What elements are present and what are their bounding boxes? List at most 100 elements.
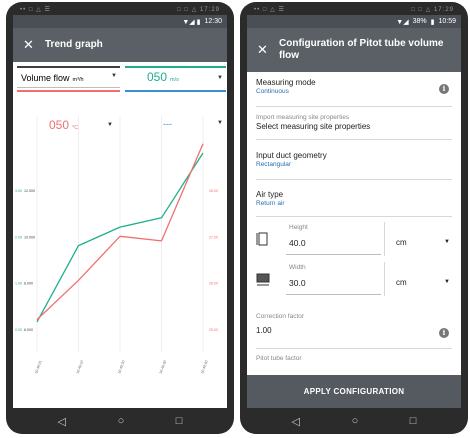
air-type-value: Return air bbox=[256, 200, 285, 207]
correction-factor-value: 1.00 bbox=[256, 326, 272, 335]
duct-geometry-label: Input duct geometry bbox=[256, 151, 327, 160]
app-bar: ✕ Configuration of Pitot tube volume flo… bbox=[247, 28, 461, 72]
y-tick-label-green: 2.00 bbox=[15, 235, 22, 239]
apply-configuration-button[interactable]: APPLY CONFIGURATION bbox=[247, 375, 461, 408]
wifi-signal-icon: ▼◢ bbox=[396, 18, 409, 26]
back-icon[interactable]: ◁ bbox=[292, 415, 300, 428]
height-icon bbox=[256, 232, 268, 246]
signal-battery-icons: ▼◢ ▮ bbox=[182, 18, 201, 26]
close-icon[interactable]: ✕ bbox=[257, 42, 279, 58]
y-tick-label-red: 27.00 bbox=[209, 235, 218, 239]
import-site-hint: Import measuring site properties bbox=[256, 114, 350, 121]
home-icon[interactable]: ○ bbox=[352, 415, 359, 427]
channel-selectors: Volume flow m³/h ▼ 050 m/s ▼ bbox=[13, 62, 227, 102]
height-input[interactable]: 40.0 bbox=[289, 238, 306, 248]
air-type-row[interactable]: Air type Return air bbox=[256, 190, 452, 207]
height-underline bbox=[286, 254, 381, 255]
left-phone: •• □ △ ☰ □ □ △ 17:29 ▼◢ ▮ 12:30 ✕ Trend … bbox=[6, 2, 234, 434]
back-icon[interactable]: ◁ bbox=[58, 415, 66, 428]
width-input[interactable]: 30.0 bbox=[289, 278, 306, 288]
y-tick-label-red: 25.00 bbox=[209, 328, 218, 332]
correction-factor-field[interactable]: Correction factor 1.00 bbox=[256, 313, 452, 335]
fourth-color-bar bbox=[125, 90, 226, 92]
air-type-label: Air type bbox=[256, 190, 284, 199]
battery-level: 38% bbox=[412, 18, 427, 25]
import-site-field[interactable]: Import measuring site properties Select … bbox=[256, 114, 452, 131]
width-underline bbox=[286, 294, 381, 295]
y-tick-label-dark: 6.000 bbox=[24, 328, 33, 332]
volume-flow-color-bar bbox=[17, 66, 120, 68]
y-tick-label-green: 0.00 bbox=[15, 328, 22, 332]
y-tick-label-dark: 8.000 bbox=[24, 282, 33, 286]
y-tick-label-green: 1.00 bbox=[15, 282, 22, 286]
phone-bezel-status: •• □ △ ☰ □ □ △ 17:29 bbox=[240, 2, 468, 15]
nav-bar: ◁ ○ □ bbox=[240, 408, 468, 434]
measuring-mode-row[interactable]: Measuring mode Continuous bbox=[256, 78, 452, 95]
app-bar: ✕ Trend graph bbox=[13, 28, 227, 62]
y-tick-label-dark: 10.000 bbox=[24, 235, 35, 239]
bezel-status-right: □ □ △ 17:29 bbox=[411, 7, 454, 13]
x-tick-label: 10:49:10 bbox=[76, 360, 85, 375]
divider bbox=[256, 348, 452, 349]
temperature-color-bar bbox=[17, 90, 120, 92]
configuration-screen: ▼◢ 38% ▮ 10:59 ✕ Configuration of Pitot … bbox=[247, 15, 461, 408]
selector-divider bbox=[17, 87, 120, 88]
volume-flow-selector[interactable]: Volume flow m³/h ▼ bbox=[21, 73, 117, 83]
trend-graph-screen: ▼◢ ▮ 12:30 ✕ Trend graph Volume flow m³/… bbox=[13, 15, 227, 408]
velocity-value: 050 bbox=[147, 70, 168, 84]
bezel-status-left: •• □ △ ☰ bbox=[20, 7, 51, 13]
width-field-row: Width 30.0 cm ▼ bbox=[256, 258, 452, 300]
page-title: Configuration of Pitot tube volume flow bbox=[279, 38, 444, 61]
x-tick-label: 10:49:01 bbox=[34, 360, 43, 375]
volume-flow-unit: m³/h bbox=[72, 77, 84, 83]
width-icon bbox=[256, 273, 270, 286]
chevron-down-icon: ▼ bbox=[111, 73, 117, 79]
volume-flow-label: Volume flow bbox=[21, 73, 70, 83]
measuring-mode-label: Measuring mode bbox=[256, 78, 316, 87]
duct-geometry-value: Rectangular bbox=[256, 161, 292, 168]
divider bbox=[256, 216, 452, 217]
trend-chart: 3.00 12.000 28.00 2.00 10.000 27.00 1.00 8.000 2… bbox=[13, 102, 227, 389]
correction-factor-hint: Correction factor bbox=[256, 313, 305, 320]
trend-chart-svg: 3.00 12.000 28.00 2.00 10.000 27.00 1.00 8.000 2… bbox=[15, 116, 218, 375]
duct-geometry-row[interactable]: Input duct geometry Rectangular bbox=[256, 151, 452, 168]
x-tick-label: 10:49:30 bbox=[159, 360, 168, 375]
nav-bar: ◁ ○ □ bbox=[6, 408, 234, 434]
phone-bezel-status: •• □ △ ☰ □ □ △ 17:29 bbox=[6, 2, 234, 15]
dropdown-icon[interactable]: ▼ bbox=[444, 239, 450, 245]
divider bbox=[256, 139, 452, 140]
recents-icon[interactable]: □ bbox=[176, 415, 183, 427]
measuring-mode-info-icon[interactable]: i bbox=[439, 84, 449, 94]
y-tick-label-red: 28.00 bbox=[209, 189, 218, 193]
home-icon[interactable]: ○ bbox=[118, 415, 125, 427]
chevron-down-icon: ▼ bbox=[217, 75, 223, 81]
velocity-unit: m/s bbox=[170, 77, 179, 83]
measuring-mode-value: Continuous bbox=[256, 88, 289, 95]
pitot-factor-hint: Pitot tube factor bbox=[256, 355, 302, 362]
height-unit-select[interactable]: cm bbox=[396, 238, 407, 247]
divider bbox=[256, 179, 452, 180]
right-phone: •• □ △ ☰ □ □ △ 17:29 ▼◢ 38% ▮ 10:59 ✕ Co… bbox=[240, 2, 468, 434]
recents-icon[interactable]: □ bbox=[410, 415, 417, 427]
status-time: 10:59 bbox=[438, 18, 456, 25]
velocity-color-bar bbox=[125, 66, 226, 68]
unit-separator bbox=[384, 222, 385, 256]
status-time: 12:30 bbox=[204, 18, 222, 25]
bezel-status-left: •• □ △ ☰ bbox=[254, 7, 285, 13]
close-icon[interactable]: ✕ bbox=[23, 37, 45, 53]
dropdown-icon[interactable]: ▼ bbox=[444, 279, 450, 285]
configuration-form: Measuring mode Continuous i Import measu… bbox=[247, 72, 461, 375]
correction-factor-info-icon[interactable]: i bbox=[439, 328, 449, 338]
y-tick-label-red: 26.00 bbox=[209, 282, 218, 286]
x-tick-label: 10:49:20 bbox=[117, 360, 126, 375]
velocity-selector[interactable]: 050 m/s ▼ bbox=[147, 70, 223, 84]
width-hint: Width bbox=[289, 264, 306, 271]
pitot-factor-field[interactable]: Pitot tube factor bbox=[256, 355, 452, 362]
y-tick-label-green: 3.00 bbox=[15, 189, 22, 193]
page-title: Trend graph bbox=[45, 39, 103, 50]
status-bar: ▼◢ ▮ 12:30 bbox=[13, 15, 227, 28]
height-field-row: Height 40.0 cm ▼ bbox=[256, 218, 452, 260]
height-hint: Height bbox=[289, 224, 308, 231]
status-bar: ▼◢ 38% ▮ 10:59 bbox=[247, 15, 461, 28]
width-unit-select[interactable]: cm bbox=[396, 278, 407, 287]
